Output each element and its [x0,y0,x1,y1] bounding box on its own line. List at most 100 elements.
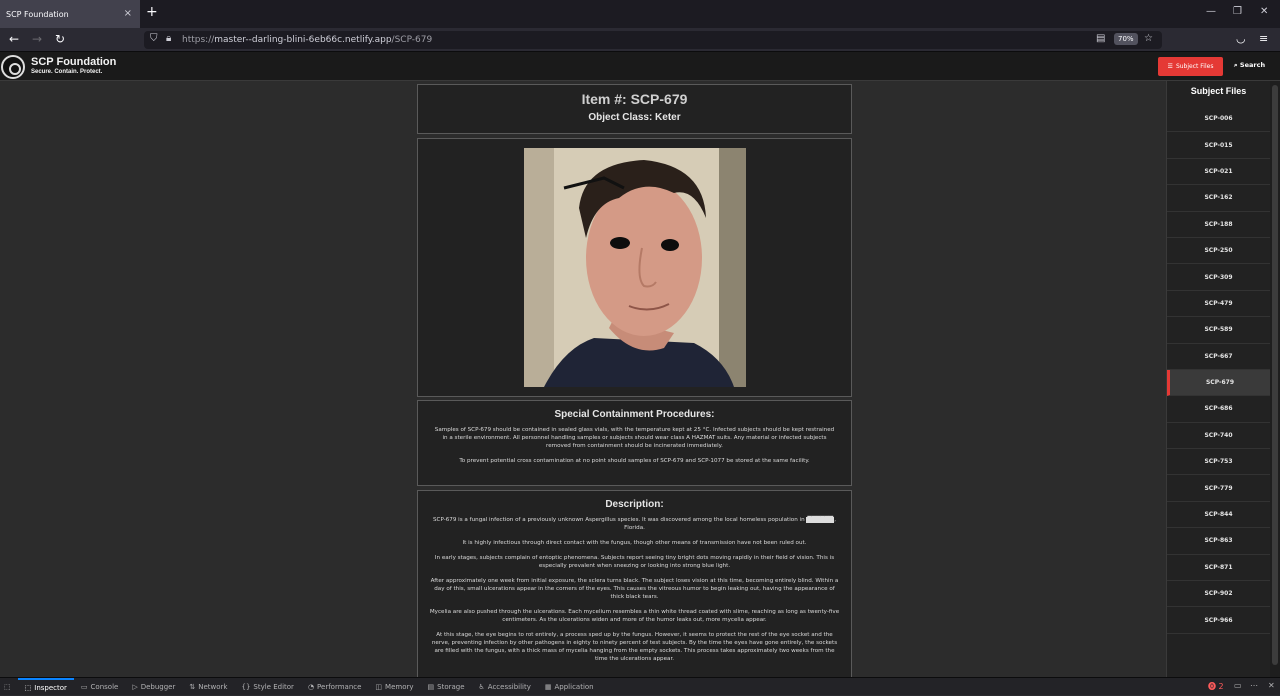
sidebar-item-scp-479[interactable]: SCP-479 [1167,291,1270,318]
sidebar-item-scp-309[interactable]: SCP-309 [1167,264,1270,291]
subject-files-sidebar: Subject Files SCP-006 SCP-015 SCP-021 SCP-1… [1166,81,1270,677]
menu-icon[interactable]: ≡ [1259,32,1268,45]
url-bar[interactable]: ⛉ 🔒︎ https://master--darling-blini-6eb66… [144,31,1162,49]
zoom-badge[interactable]: 70% [1114,33,1138,45]
sidebar-item-scp-162[interactable]: SCP-162 [1167,185,1270,212]
devtools-tab-style-editor[interactable]: {} Style Editor [234,678,300,696]
dock-icon[interactable]: ▭ [1234,681,1242,690]
devtools-tab-icon: ◔ [307,682,315,691]
search-button[interactable]: ⌕ Search [1234,61,1265,70]
url-prefix: https:// [182,35,215,45]
devtools-tab-storage[interactable]: ▤ Storage [421,678,472,696]
shield-icon[interactable]: ⛉ [150,33,158,44]
sidebar-item-scp-589[interactable]: SCP-589 [1167,317,1270,344]
description-paragraph: Mycelia are also pushed through the ulce… [429,609,840,623]
tab-close-icon[interactable]: × [124,8,132,19]
description-paragraph: SCP-679 is a fungal infection of a previ… [428,516,841,532]
item-number: Item #: SCP-679 [581,91,688,107]
sidebar-item-scp-250[interactable]: SCP-250 [1167,238,1270,265]
sidebar-item-scp-667[interactable]: SCP-667 [1167,344,1270,370]
procedures-paragraph: To prevent potential cross contamination… [459,458,810,464]
browser-tab-bar: SCP Foundation × + — ❐ ✕ [0,0,1280,28]
reader-view-icon[interactable]: ▤ [1096,33,1105,44]
description-title: Description: [605,499,664,510]
devtools-tab-memory[interactable]: ◫ Memory [368,678,420,696]
scrollbar-thumb[interactable] [1272,85,1278,665]
devtools-tab-icon: ♿ [478,682,485,691]
devtools-tab-label: Application [554,682,594,691]
tab-title: SCP Foundation [6,9,69,19]
devtools-tab-label: Style Editor [253,682,294,691]
devtools-tab-performance[interactable]: ◔ Performance [301,678,368,696]
element-picker-icon[interactable]: ⬚ [0,678,18,696]
description-paragraph: In early stages, subjects complain of en… [434,555,835,569]
maximize-button[interactable]: ❐ [1233,6,1242,17]
devtools-tab-accessibility[interactable]: ♿ Accessibility [472,678,538,696]
devtools-tab-debugger[interactable]: ▷ Debugger [125,678,182,696]
description-paragraph: After approximately one week from initia… [430,578,839,600]
sidebar-item-scp-902[interactable]: SCP-902 [1167,581,1270,608]
sidebar-item-scp-021[interactable]: SCP-021 [1167,159,1270,186]
sidebar-item-scp-871[interactable]: SCP-871 [1167,555,1270,582]
devtools-toolbar: ⬚ ⬚ Inspector ▭ Console ▷ Debugger ⇅ Network{} S… [0,677,1280,695]
description-paragraph: At this stage, the eye begins to rot ent… [431,632,838,662]
procedures-paragraph: Samples of SCP-679 should be contained i… [434,427,835,449]
devtools-tab-icon: ▤ [427,682,435,691]
sidebar-item-scp-863[interactable]: SCP-863 [1167,528,1270,555]
sidebar-item-scp-015[interactable]: SCP-015 [1167,132,1270,159]
search-icon: ⌕ [1234,61,1238,69]
scp-logo-icon[interactable] [1,55,25,79]
description-card: Description: SCP-679 is a fungal infecti… [417,490,852,680]
devtools-tab-icon: ▦ [544,682,552,691]
devtools-tab-label: Performance [317,682,362,691]
new-tab-button[interactable]: + [146,4,158,20]
error-count[interactable]: ⓿ 2 [1208,681,1224,692]
sidebar-item-scp-779[interactable]: SCP-779 [1167,475,1270,502]
devtools-tab-console[interactable]: ▭ Console [74,678,125,696]
back-icon[interactable]: ← [9,32,19,46]
sidebar-item-scp-753[interactable]: SCP-753 [1167,449,1270,476]
minimize-button[interactable]: — [1206,6,1216,17]
browser-nav-bar: ← → ↻ ⛉ 🔒︎ https://master--darling-blini… [0,28,1280,52]
devtools-tab-network[interactable]: ⇅ Network [182,678,234,696]
procedures-title: Special Containment Procedures: [554,409,715,420]
devtools-tab-icon: ◫ [375,682,383,691]
forward-icon[interactable]: → [32,32,42,46]
sidebar-item-scp-966[interactable]: SCP-966 [1167,607,1270,634]
devtools-tab-application[interactable]: ▦ Application [538,678,601,696]
lock-icon[interactable]: 🔒︎ [166,33,171,44]
devtools-tabs: ⬚ Inspector ▭ Console ▷ Debugger ⇅ Network{} Sty… [17,677,601,696]
sidebar-item-scp-740[interactable]: SCP-740 [1167,423,1270,450]
sidebar-item-scp-686[interactable]: SCP-686 [1167,396,1270,423]
pocket-icon[interactable]: ◡ [1236,32,1246,45]
url-domain: master--darling-blini-6eb66c.netlify.app [214,35,392,45]
sidebar-item-scp-006[interactable]: SCP-006 [1167,106,1270,133]
subject-files-button[interactable]: ☰ Subject Files [1158,57,1223,76]
more-options-icon[interactable]: ⋯ [1250,681,1258,690]
devtools-tab-icon: ⇅ [189,682,196,691]
sidebar-title: Subject Files [1190,86,1247,96]
devtools-tab-label: Network [198,682,228,691]
site-tagline: Secure. Contain. Protect. [31,69,103,75]
main-content: Item #: SCP-679 Object Class: Keter Spec… [0,81,1166,680]
sidebar-item-scp-679[interactable]: SCP-679 [1167,369,1270,397]
site-header: SCP Foundation Secure. Contain. Protect.… [0,52,1280,81]
close-devtools-icon[interactable]: ✕ [1268,681,1275,690]
containment-procedures-card: Special Containment Procedures: Samples … [417,400,852,486]
bookmark-star-icon[interactable]: ☆ [1144,33,1153,44]
devtools-tab-inspector[interactable]: ⬚ Inspector [17,677,74,696]
redacted-text: ██████ [806,517,835,523]
browser-tab[interactable]: SCP Foundation × [0,0,140,28]
sidebar-item-scp-188[interactable]: SCP-188 [1167,212,1270,238]
description-paragraph: It is highly infectious through direct c… [462,540,807,546]
site-title[interactable]: SCP Foundation [31,56,116,68]
devtools-tab-icon: ⬚ [24,683,32,692]
reload-icon[interactable]: ↻ [55,32,65,46]
sidebar-list: SCP-006 SCP-015 SCP-021 SCP-162 SCP-188 SCP-2… [1167,106,1270,634]
sidebar-item-scp-844[interactable]: SCP-844 [1167,502,1270,529]
devtools-tab-icon: ▭ [80,682,88,691]
close-window-button[interactable]: ✕ [1260,6,1268,17]
image-card [417,138,852,397]
subject-files-label: Subject Files [1175,63,1214,70]
hamburger-icon: ☰ [1167,63,1173,70]
